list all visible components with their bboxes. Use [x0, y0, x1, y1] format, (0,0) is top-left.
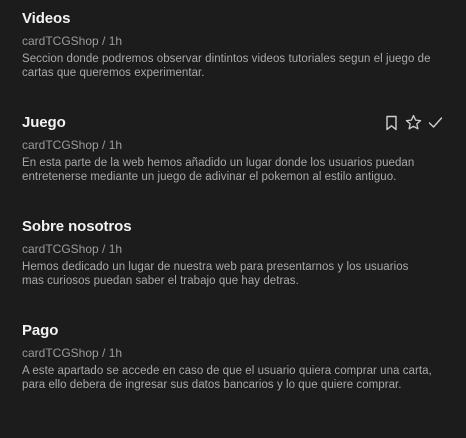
list-item-videos[interactable]: Videos cardTCGShop / 1h Seccion donde po… [22, 10, 432, 80]
list-item-juego[interactable]: Juego cardTCGShop / 1h En esta parte de … [22, 114, 443, 184]
item-meta: cardTCGShop / 1h [22, 242, 123, 256]
list-item-pago[interactable]: Pago cardTCGShop / 1h A este apartado se… [22, 322, 432, 392]
list-item-sobre-nosotros[interactable]: Sobre nosotros cardTCGShop / 1h Hemos de… [22, 218, 432, 288]
item-actions [383, 114, 444, 131]
item-meta: cardTCGShop / 1h [22, 346, 123, 360]
item-description: A este apartado se accede en caso de que… [22, 365, 432, 391]
item-meta: cardTCGShop / 1h [22, 34, 123, 48]
item-description: Seccion donde podremos observar dintinto… [22, 53, 431, 79]
star-icon[interactable] [405, 114, 422, 131]
check-icon[interactable] [427, 114, 444, 131]
item-title: Sobre nosotros [22, 218, 132, 235]
notification-feed: Videos cardTCGShop / 1h Seccion donde po… [22, 10, 443, 426]
item-title: Videos [22, 10, 71, 27]
item-meta: cardTCGShop / 1h [22, 138, 123, 152]
item-description: En esta parte de la web hemos añadido un… [22, 157, 415, 183]
item-title: Juego [22, 114, 66, 131]
item-title: Pago [22, 322, 59, 339]
bookmark-icon[interactable] [383, 114, 400, 131]
item-description: Hemos dedicado un lugar de nuestra web p… [22, 261, 409, 287]
